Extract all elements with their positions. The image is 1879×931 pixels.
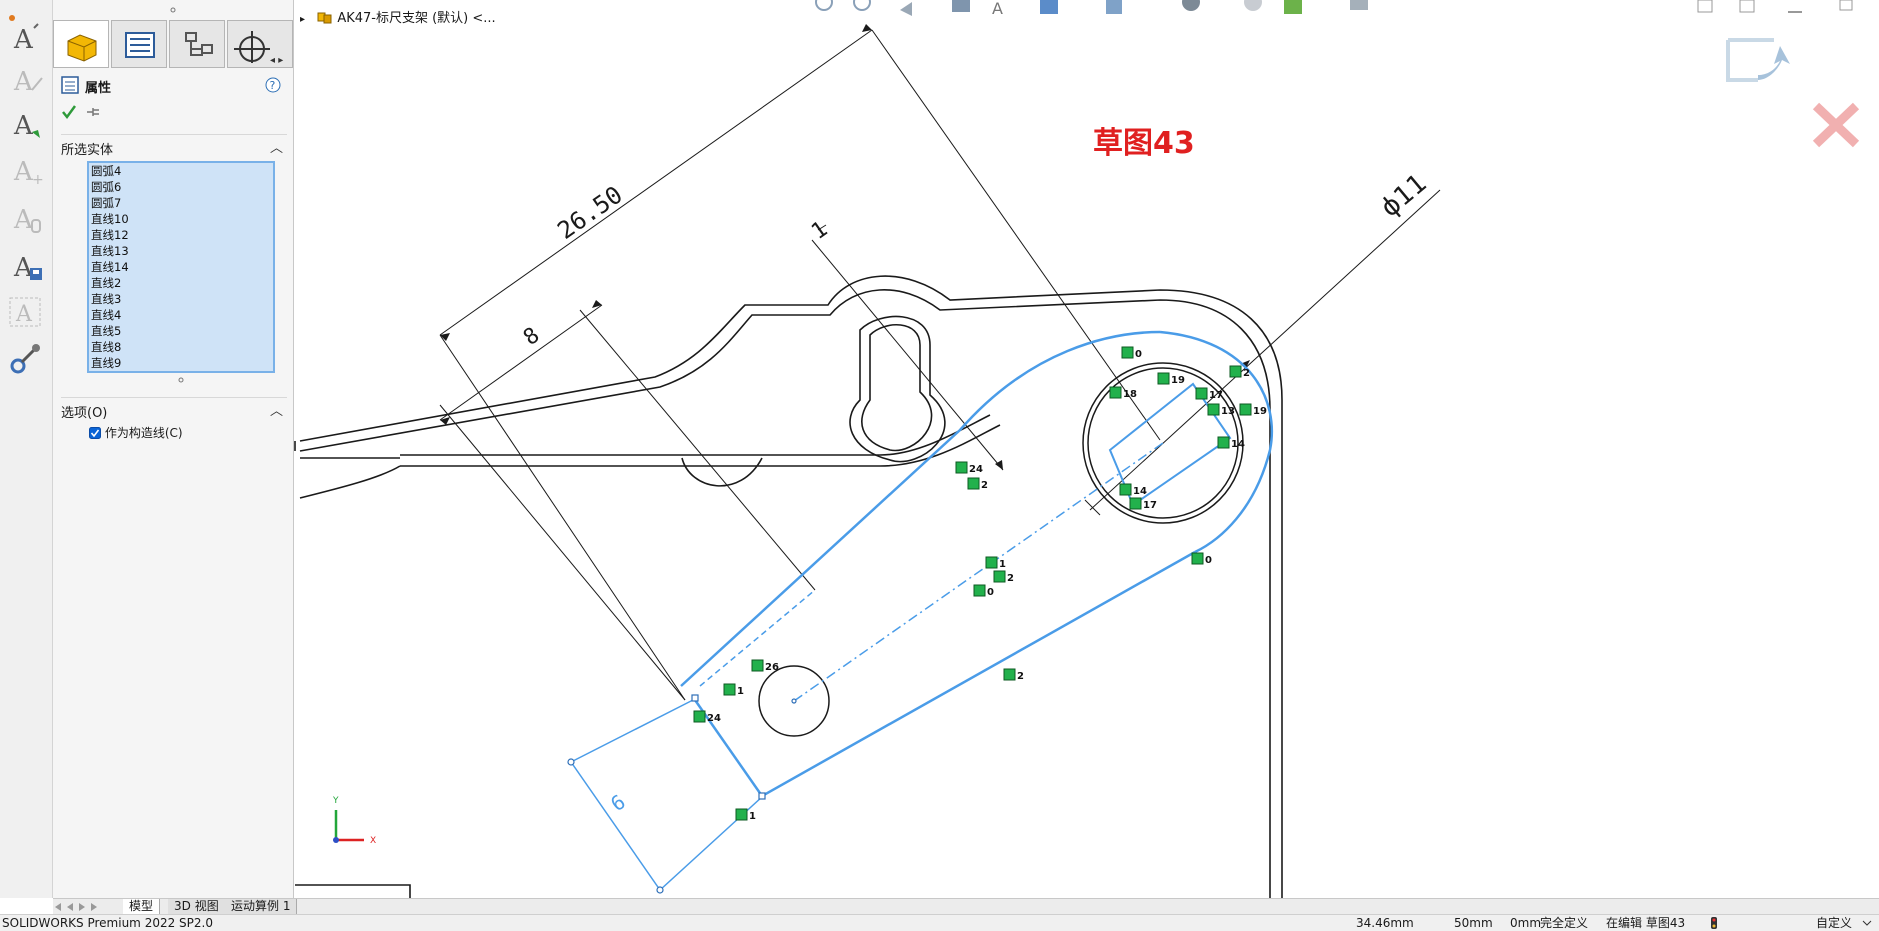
relation-icon [1121, 346, 1134, 359]
relation-label: 0 [1205, 555, 1212, 566]
relation-icon [973, 584, 986, 597]
relation-marker[interactable]: 17 [1129, 497, 1157, 511]
relation-label: 14 [1133, 486, 1147, 497]
relation-icon [1195, 387, 1208, 400]
rebuild-indicator-icon[interactable] [1710, 917, 1718, 929]
relation-label: 0 [987, 587, 994, 598]
sketch-state: 完全定义 [1540, 916, 1589, 930]
relation-icon [993, 570, 1006, 583]
relation-icon [1207, 403, 1220, 416]
cursor-x: 34.46mm [1356, 916, 1414, 930]
relation-icon [955, 461, 968, 474]
sketch-canvas[interactable]: 26.50 8 1 ϕ11 6 0181921713 19141417242120… [0, 0, 1879, 898]
relation-marker[interactable]: 1 [735, 808, 756, 822]
relation-marker[interactable]: 17 [1195, 387, 1223, 401]
relation-icon [751, 659, 764, 672]
relation-icon [1003, 668, 1016, 681]
tab-motion-study[interactable]: 运动算例 1 [225, 899, 298, 914]
relation-icon [1239, 403, 1252, 416]
relation-label: 13 [1221, 406, 1235, 417]
relation-label: 2 [1007, 573, 1014, 584]
relation-icon [985, 556, 998, 569]
relation-icon [1217, 436, 1230, 449]
coordinate-triad: Y X [332, 796, 376, 846]
relation-label: 17 [1143, 500, 1157, 511]
relation-marker[interactable]: 1 [985, 556, 1006, 570]
relation-marker[interactable]: 2 [1003, 668, 1024, 682]
units-dropdown-icon[interactable] [1862, 919, 1872, 927]
relation-icon [1157, 372, 1170, 385]
cursor-y: 50mm [1454, 916, 1493, 930]
relation-marker[interactable]: 0 [1191, 552, 1212, 566]
relation-marker[interactable]: 19 [1157, 372, 1185, 386]
relation-icon [735, 808, 748, 821]
relation-icon [1109, 386, 1122, 399]
relation-marker[interactable]: 0 [973, 584, 994, 598]
dimension-diameter-11[interactable]: ϕ11 [1375, 168, 1433, 223]
relation-label: 19 [1253, 406, 1267, 417]
relation-icon [723, 683, 736, 696]
relation-marker[interactable]: 26 [751, 659, 779, 673]
relation-label: 2 [1243, 368, 1250, 379]
bottom-tabs-bar: 模型 3D 视图 运动算例 1 [53, 898, 1879, 915]
relation-marker[interactable]: 18 [1109, 386, 1137, 400]
relation-label: 19 [1171, 375, 1185, 386]
sketch-name-label: 草图43 [1093, 126, 1195, 161]
cursor-z: 0mm [1510, 916, 1542, 930]
relation-marker[interactable]: 19 [1239, 403, 1267, 417]
tab-model[interactable]: 模型 [123, 899, 161, 914]
relation-label: 1 [999, 559, 1006, 570]
relation-label: 18 [1123, 389, 1137, 400]
tab-scroll-arrows-icon[interactable] [53, 901, 119, 913]
relation-marker[interactable]: 2 [993, 570, 1014, 584]
relation-label: 0 [1135, 349, 1142, 360]
units-selector[interactable]: 自定义 [1816, 915, 1852, 931]
svg-text:X: X [370, 836, 376, 846]
relation-marker[interactable]: 13 [1207, 403, 1235, 417]
dimension-6[interactable]: 6 [606, 790, 630, 817]
relation-label: 24 [969, 464, 983, 475]
relation-marker[interactable]: 14 [1217, 436, 1245, 450]
status-bar: SOLIDWORKS Premium 2022 SP2.0 34.46mm 50… [0, 914, 1879, 931]
tab-3d-view[interactable]: 3D 视图 [168, 899, 226, 914]
relation-icon [1191, 552, 1204, 565]
product-version: SOLIDWORKS Premium 2022 SP2.0 [2, 916, 213, 930]
relation-marker[interactable]: 24 [693, 710, 721, 724]
sketch-relations: 0181921713 1914141724212002612421 [693, 346, 1267, 822]
dimension-lines [439, 29, 1441, 701]
relation-marker[interactable]: 2 [1229, 365, 1250, 379]
relation-marker[interactable]: 14 [1119, 483, 1147, 497]
editing-status: 在编辑 草图43 [1606, 916, 1686, 930]
svg-text:Y: Y [332, 796, 339, 806]
dimension-1[interactable]: 1 [807, 217, 832, 245]
relation-icon [967, 477, 980, 490]
dimension-26-50[interactable]: 26.50 [552, 181, 627, 245]
relation-label: 17 [1209, 390, 1223, 401]
relation-label: 2 [981, 480, 988, 491]
relation-marker[interactable]: 24 [955, 461, 983, 475]
relation-icon [1119, 483, 1132, 496]
sketch-endpoints[interactable] [567, 694, 797, 894]
relation-label: 14 [1231, 439, 1245, 450]
relation-label: 2 [1017, 671, 1024, 682]
relation-marker[interactable]: 1 [723, 683, 744, 697]
dimension-arrows [440, 24, 1250, 470]
relation-label: 1 [749, 811, 756, 822]
dimension-8[interactable]: 8 [519, 323, 544, 351]
relation-icon [693, 710, 706, 723]
relation-label: 26 [765, 662, 779, 673]
relation-icon [1129, 497, 1142, 510]
relation-icon [1229, 365, 1242, 378]
relation-label: 24 [707, 713, 721, 724]
relation-marker[interactable]: 0 [1121, 346, 1142, 360]
relation-marker[interactable]: 2 [967, 477, 988, 491]
relation-label: 1 [737, 686, 744, 697]
sketch-construction-lines [570, 442, 1164, 891]
